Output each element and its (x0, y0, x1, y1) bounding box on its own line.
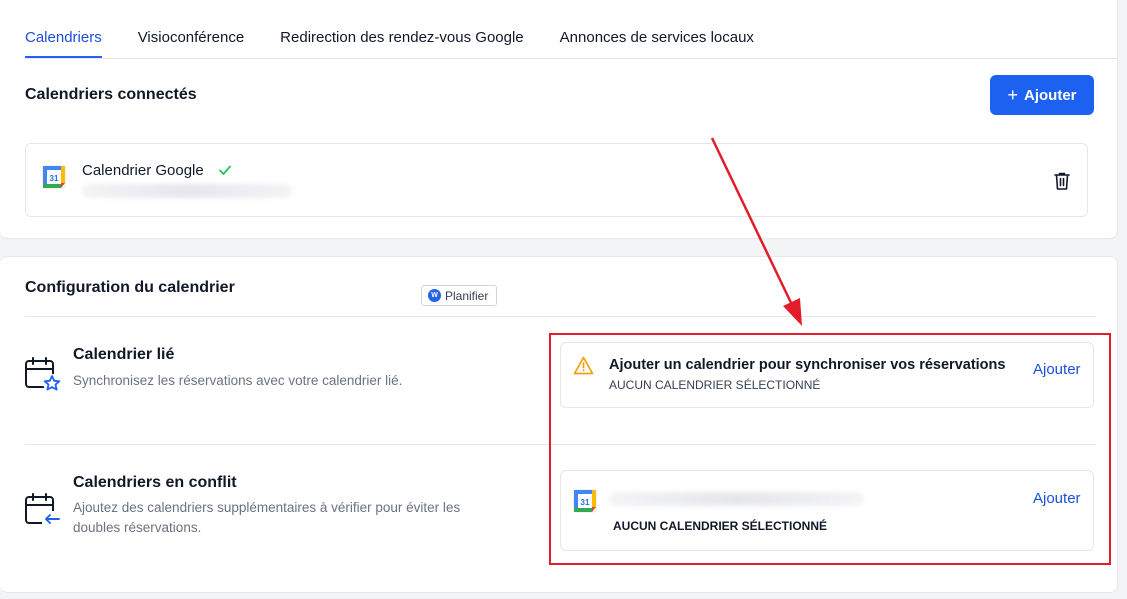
annotation-arrow (710, 137, 802, 326)
